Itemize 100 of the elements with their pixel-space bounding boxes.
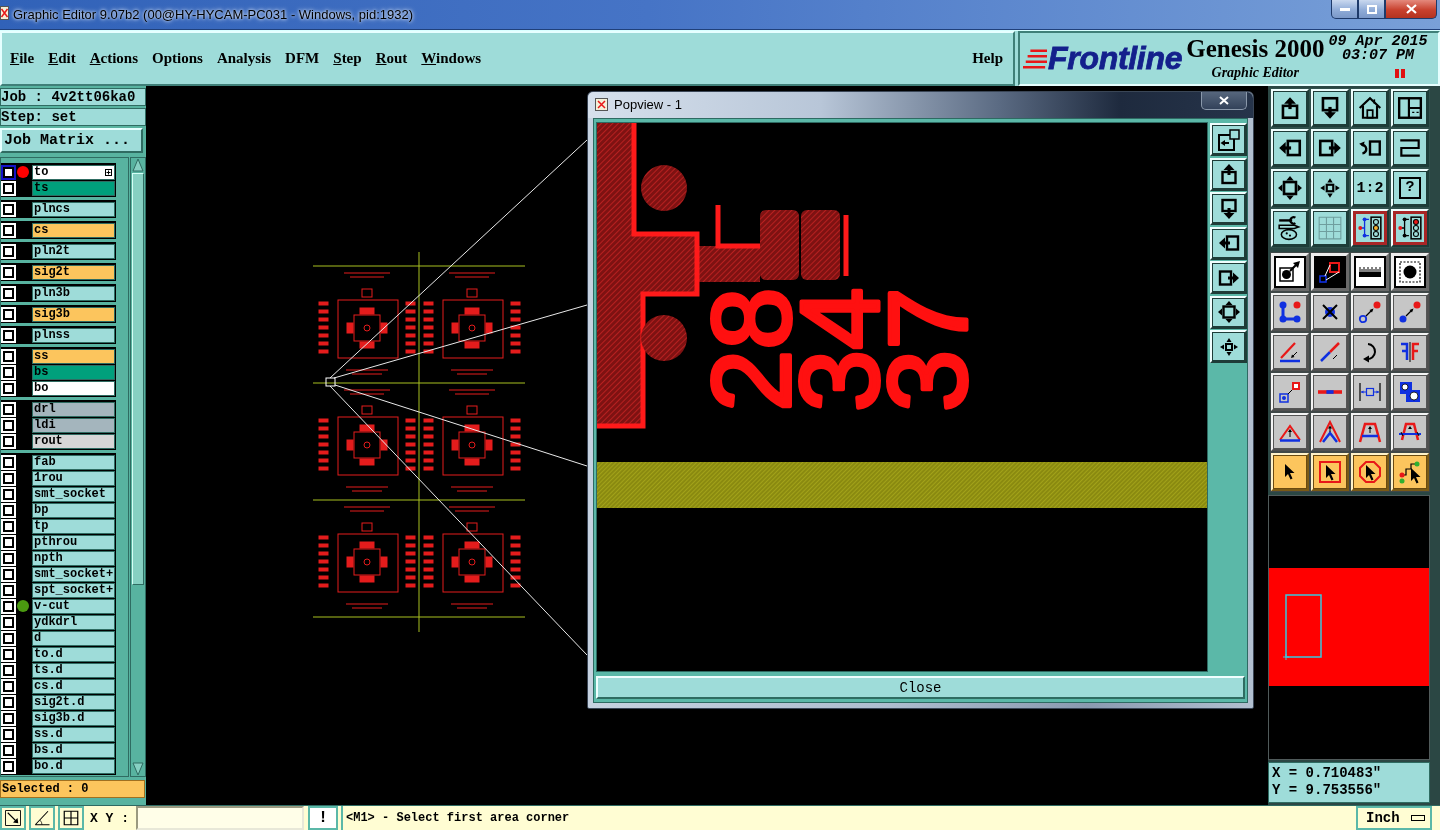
layer-item[interactable]: drl [32,401,115,417]
close-button[interactable] [1385,0,1437,19]
toolbar-button[interactable] [1391,373,1429,411]
layer-checkbox[interactable] [3,308,14,320]
layer-checkbox[interactable] [3,584,14,596]
layer-checkbox[interactable] [3,382,14,394]
layer-item[interactable]: ss.d [32,726,115,742]
layer-item[interactable]: to [32,164,115,180]
view-tool-button[interactable] [1210,330,1247,363]
layer-checkbox[interactable] [3,456,14,468]
view-tool-button[interactable] [1210,192,1247,225]
menu-item[interactable]: Help [965,50,1010,67]
layer-checkbox[interactable] [3,419,14,431]
toolbar-button[interactable] [1391,333,1429,371]
layer-item[interactable]: sig3b.d [32,710,115,726]
toolbar-button[interactable] [1311,333,1349,371]
toolbar-button[interactable] [1271,333,1309,371]
layer-item[interactable]: pln2t [32,243,115,259]
layer-item[interactable]: sig2t.d [32,694,115,710]
layer-item[interactable]: smt_socket+ [32,566,115,582]
menu-item[interactable]: Options [145,50,210,67]
toolbar-button[interactable] [1391,293,1429,331]
layer-checkbox[interactable] [3,182,14,194]
layer-item[interactable]: v-cut [32,598,115,614]
layer-checkbox[interactable] [3,632,14,644]
menu-item[interactable]: File [3,50,42,67]
layer-checkbox[interactable] [3,166,14,178]
toolbar-button[interactable]: 1:2 [1351,169,1389,207]
toolbar-button[interactable] [1351,333,1389,371]
toolbar-button[interactable] [1271,413,1309,451]
layer-checkbox[interactable] [3,616,14,628]
menu-item[interactable]: Analysis [209,50,279,67]
toolbar-button[interactable] [1271,453,1309,491]
layer-checkbox[interactable] [3,504,14,516]
toolbar-button[interactable] [1311,453,1349,491]
arrow-up-icon[interactable] [132,158,144,172]
layer-checkbox[interactable] [3,403,14,415]
toolbar-button[interactable] [1351,413,1389,451]
layer-item[interactable]: sig3b [32,306,115,322]
layer-item[interactable]: cs.d [32,678,115,694]
view-tool-button[interactable] [1210,295,1247,329]
layer-checkbox[interactable] [3,520,14,532]
layer-item[interactable]: ydkdrl [32,614,115,630]
status-tool-button[interactable] [29,806,55,830]
layer-item[interactable]: bo [32,380,115,396]
layer-item[interactable]: sig2t [32,264,115,280]
menu-item[interactable]: Step [326,50,369,67]
minimize-button[interactable] [1331,0,1358,19]
toolbar-button[interactable] [1311,413,1349,451]
status-tool-button[interactable] [58,806,84,830]
layer-item[interactable]: rout [32,433,115,449]
menu-item[interactable]: DFM [278,50,327,67]
menu-item[interactable]: Edit [41,50,83,67]
layer-item[interactable]: pln3b [32,285,115,301]
close-button[interactable] [1201,92,1247,110]
toolbar-button[interactable] [1391,253,1429,291]
layer-checkbox[interactable] [3,680,14,692]
menu-item[interactable]: Rout [368,50,415,67]
layer-item[interactable]: 1rou [32,470,115,486]
layer-item[interactable]: tp [32,518,115,534]
layer-checkbox[interactable] [3,648,14,660]
layer-item[interactable]: ts [32,180,115,196]
maximize-button[interactable] [1358,0,1385,19]
layer-checkbox[interactable] [3,760,14,772]
toolbar-button[interactable] [1351,453,1389,491]
menu-item[interactable]: Actions [82,50,146,67]
layer-checkbox[interactable] [3,600,14,612]
toolbar-button[interactable] [1351,293,1389,331]
menu-item[interactable]: Windows [414,50,489,67]
layer-checkbox[interactable] [3,435,14,447]
layer-checkbox[interactable] [3,696,14,708]
layer-checkbox[interactable] [3,203,14,215]
layer-item[interactable]: smt_socket [32,486,115,502]
toolbar-button[interactable] [1311,293,1349,331]
toolbar-button[interactable] [1351,253,1389,291]
layer-checkbox[interactable] [3,568,14,580]
coordinate-input-field[interactable] [136,806,304,830]
layer-checkbox[interactable] [3,472,14,484]
toolbar-button[interactable] [1391,413,1429,451]
toolbar-button[interactable] [1311,253,1349,291]
layer-checkbox[interactable] [3,536,14,548]
status-tool-button[interactable] [0,806,26,830]
layer-item[interactable]: d [32,630,115,646]
toolbar-button[interactable] [1311,373,1349,411]
layer-item[interactable]: bs.d [32,742,115,758]
layer-item[interactable]: ts.d [32,662,115,678]
arrow-down-icon[interactable] [132,762,144,776]
layer-item[interactable]: spt_socket+ [32,582,115,598]
layer-checkbox[interactable] [3,728,14,740]
toolbar-button[interactable] [1271,293,1309,331]
layer-checkbox[interactable] [3,488,14,500]
layer-item[interactable]: bo.d [32,758,115,774]
close-button[interactable]: Close [596,676,1245,699]
view-tool-button[interactable] [1210,123,1247,156]
units-button[interactable]: Inch [1356,806,1432,830]
layer-item[interactable]: cs [32,222,115,238]
view-tool-button[interactable] [1210,226,1247,260]
layer-item[interactable]: fab [32,454,115,470]
layer-item[interactable]: to.d [32,646,115,662]
toolbar-button[interactable] [1271,373,1309,411]
